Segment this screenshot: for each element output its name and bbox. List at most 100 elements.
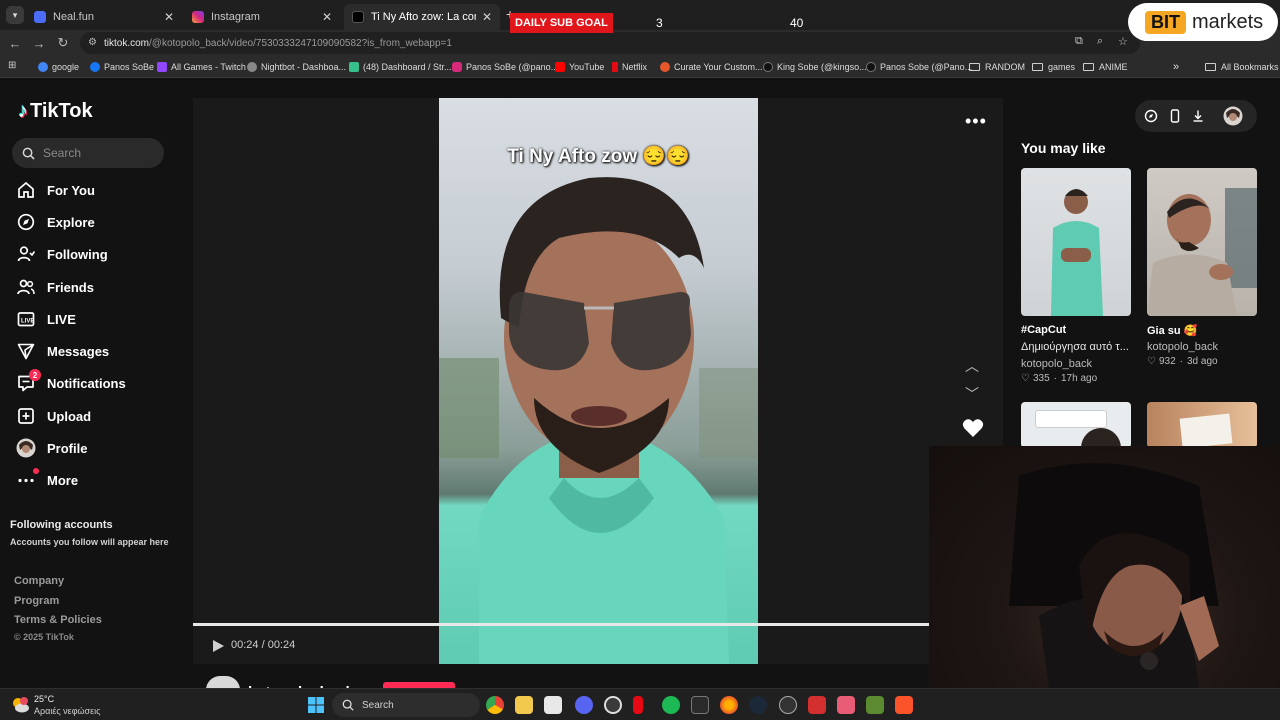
bookmark-panos-sobe-fb[interactable]: Panos SoBe [90,60,154,74]
tab-instagram[interactable]: Instagram ✕ [184,4,340,30]
sidebar-item-upload[interactable]: Upload [16,405,91,427]
sub-goal-target: 40 [790,16,804,30]
site-info-icon[interactable]: ⚙ [88,37,97,48]
instagram-icon [452,62,462,72]
compass-icon[interactable] [1144,109,1158,123]
apps-grid-icon[interactable]: ⊞ [8,60,16,71]
spotify-icon[interactable] [662,696,680,714]
footer-company-link[interactable]: Company [14,575,64,587]
bookmark-google[interactable]: google [38,60,79,74]
bookmark-youtube[interactable]: YouTube [555,60,604,74]
sidebar-item-friends[interactable]: Friends [16,276,94,298]
install-app-icon[interactable]: ⧉ [1075,35,1083,48]
sponsor-bit: BIT [1145,10,1186,34]
file-explorer-icon[interactable] [515,696,533,714]
previous-video-chevron-up-icon[interactable]: ︿ [965,356,979,376]
footer-terms-link[interactable]: Terms & Policies [14,614,102,626]
close-icon[interactable]: ✕ [164,10,174,24]
recommendation-author[interactable]: kotopolo_back [1147,341,1218,353]
bookmark-folder-random[interactable]: RANDOM [969,60,1025,74]
weather-icon[interactable] [10,695,30,715]
netflix-icon [612,62,618,72]
red-app-icon[interactable] [808,696,826,714]
mobile-app-icon[interactable] [1168,109,1182,123]
play-icon[interactable] [211,639,225,653]
bookmark-nightbot[interactable]: Nightbot - Dashboa... [247,60,346,74]
tab-neal-fun[interactable]: Neal.fun ✕ [26,4,182,30]
close-icon[interactable]: ✕ [322,10,332,24]
bm-app-icon[interactable] [691,696,709,714]
bookmark-curate[interactable]: Curate Your Custom... [660,60,763,74]
download-icon[interactable] [1191,109,1205,123]
recommendation-thumbnail[interactable] [1021,402,1131,448]
like-count: 335 [1032,373,1050,384]
bookmarks-overflow-button[interactable]: » [1173,60,1179,74]
search-input[interactable]: Search [12,138,164,168]
bookmark-twitch[interactable]: All Games - Twitch [157,60,246,74]
bitmarkets-sponsor-logo: BIT markets [1128,3,1278,41]
more-options-icon[interactable]: ••• [965,111,987,132]
sidebar-item-more[interactable]: More [16,468,78,491]
game-app-icon[interactable] [837,696,855,714]
svg-text:LIVE: LIVE [21,319,34,325]
obs-icon[interactable] [604,696,622,714]
close-icon[interactable]: ✕ [482,10,492,24]
netflix-icon[interactable] [633,696,643,714]
url-host: tiktok.com [104,37,150,49]
sidebar-item-for-you[interactable]: For You [16,179,95,201]
next-video-chevron-down-icon[interactable]: ﹀ [965,384,979,404]
recommendation-description[interactable]: Δημιούργησα αυτό τ... [1021,341,1133,353]
bookmark-instagram[interactable]: Panos SoBe (@pano... [452,60,558,74]
bookmark-star-icon[interactable]: ☆ [1118,35,1128,48]
recommendation-thumbnail[interactable] [1147,402,1257,448]
firefox-icon[interactable] [720,696,738,714]
zoom-icon[interactable]: ⌕ [1097,35,1103,48]
bookmark-folder-anime[interactable]: ANIME [1083,60,1128,74]
back-icon[interactable]: ← [6,34,24,52]
tab-tiktok-video[interactable]: Ti Ny Afto zow: La comédie au ✕ [344,4,500,30]
bookmark-tiktok[interactable]: King Sobe (@kingso... [763,60,867,74]
steam-icon[interactable] [749,696,767,714]
bookmark-dashboard[interactable]: (48) Dashboard / Str... [349,60,452,74]
user-avatar[interactable] [1223,106,1243,126]
windows-start-icon[interactable] [307,696,325,714]
bookmark-folder-games[interactable]: games [1032,60,1075,74]
tab-search-button[interactable]: ▾ [6,6,24,24]
sidebar-item-following[interactable]: Following [16,243,108,265]
recommendation-title[interactable]: Gia su 🥰 [1147,324,1197,337]
taskbar-search[interactable]: Search [332,693,480,717]
bookmark-netflix[interactable]: Netflix [612,60,647,74]
tiktok-logo[interactable]: ♪ TikTok [18,100,93,123]
store-icon[interactable] [544,696,562,714]
video-player[interactable]: Ti Ny Afto zow 😔😔 00:24 / 00:24 ••• ︿ ﹀ [193,98,1003,664]
profile-avatar [16,438,36,458]
minecraft-icon[interactable] [866,696,884,714]
bookmark-x[interactable]: Panos Sobe (@Pano... [866,60,972,74]
daily-sub-goal-widget: DAILY SUB GOAL 3 40 [510,10,810,36]
sidebar-item-notifications[interactable]: 2 Notifications [16,369,126,394]
recommendation-thumbnail[interactable] [1021,168,1131,316]
reload-icon[interactable]: ↻ [54,34,72,52]
recommendation-meta: ♡ 932 · 3d ago [1147,356,1218,367]
recommendation-meta: ♡ 335 · 17h ago [1021,373,1098,384]
video-progress-bar[interactable] [193,623,929,626]
post-age: 17h ago [1061,373,1098,384]
sidebar-item-messages[interactable]: Messages [16,340,109,362]
forward-icon[interactable]: → [30,34,48,52]
recommendation-author[interactable]: kotopolo_back [1021,358,1092,370]
sidebar-item-explore[interactable]: Explore [16,211,95,233]
folder-icon [1205,63,1216,71]
recommendation-title[interactable]: #CapCut [1021,324,1066,336]
like-heart-icon[interactable] [962,418,984,438]
video-frame[interactable]: Ti Ny Afto zow 😔😔 [439,98,758,664]
sidebar-item-profile[interactable]: Profile [16,437,87,459]
twitch-icon [157,62,167,72]
chrome-icon[interactable] [486,696,504,714]
brave-icon[interactable] [895,696,913,714]
4k-downloader-icon[interactable] [779,696,797,714]
recommendation-thumbnail[interactable] [1147,168,1257,316]
footer-program-link[interactable]: Program [14,595,59,607]
discord-icon[interactable] [575,696,593,714]
sidebar-item-live[interactable]: LIVE LIVE [16,308,76,330]
all-bookmarks[interactable]: All Bookmarks [1205,60,1279,74]
